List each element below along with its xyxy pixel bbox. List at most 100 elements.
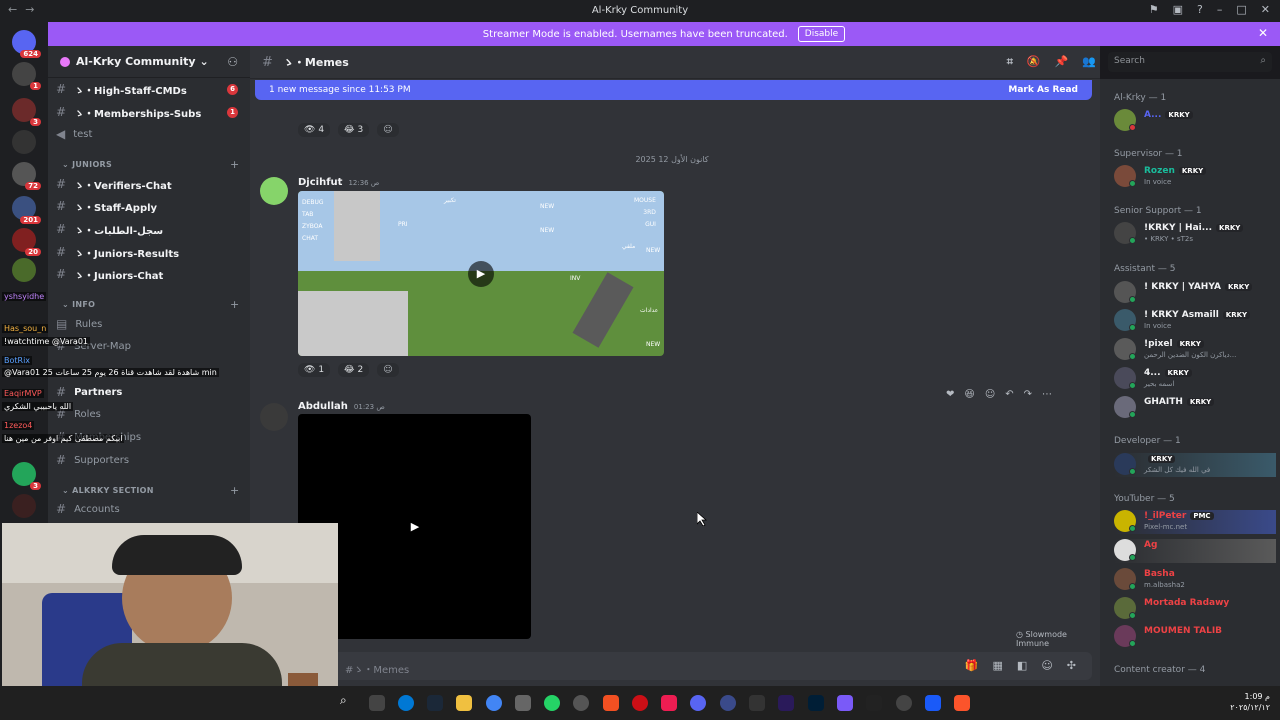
disable-button[interactable]: Disable xyxy=(797,26,846,42)
home-icon[interactable]: 624 xyxy=(12,30,41,58)
close-window-icon[interactable]: ✕ xyxy=(1261,3,1270,16)
minimize-icon[interactable]: – xyxy=(1217,3,1223,16)
app-icon[interactable] xyxy=(866,695,882,711)
channel-item[interactable]: # ゝ・Juniors-Results xyxy=(56,242,246,262)
member-item[interactable]: Basha m.albasha2 xyxy=(1114,568,1276,592)
member-item[interactable]: !_ilPeter PMC Pixel-mc.net xyxy=(1114,510,1276,534)
server-header[interactable]: Al-Krky Community ⌄ ⚇ xyxy=(48,46,250,78)
whatsapp-icon[interactable] xyxy=(544,695,560,711)
server-icon[interactable] xyxy=(12,130,36,154)
settings-icon[interactable] xyxy=(896,695,912,711)
reaction-heart-icon[interactable]: ❤ xyxy=(946,389,954,400)
video-attachment[interactable]: DEBUG TAB ZYBOA CHAT PRI NEW NEW INV MOUSE 3… xyxy=(298,191,664,356)
member-item[interactable]: Mortada Radawy xyxy=(1114,597,1276,621)
member-item[interactable]: A... KRKY xyxy=(1114,109,1276,133)
app-icon[interactable] xyxy=(720,695,736,711)
system-tray[interactable]: 1:09 م ٢٠٢٥/١٢/١٢ xyxy=(1230,691,1270,713)
add-reaction-icon[interactable]: ☺ xyxy=(377,123,399,137)
mute-icon[interactable]: 🔕 xyxy=(1027,55,1041,69)
task-view-icon[interactable] xyxy=(369,695,385,711)
more-icon[interactable]: ⋯ xyxy=(1042,389,1052,400)
reaction[interactable]: 👁 1 xyxy=(298,363,331,377)
brave-icon[interactable] xyxy=(954,695,970,711)
search-input[interactable]: Search ⌕ xyxy=(1108,52,1272,72)
server-icon[interactable]: 201 xyxy=(12,196,41,224)
inbox-icon[interactable]: ⚑ xyxy=(1149,3,1159,16)
server-icon[interactable] xyxy=(12,494,36,518)
add-channel-icon[interactable]: + xyxy=(230,158,240,171)
app-icon[interactable] xyxy=(515,695,531,711)
reply-icon[interactable]: ↶ xyxy=(1005,389,1013,400)
member-item[interactable]: MOUMEN TALIB xyxy=(1114,625,1276,649)
channel-item[interactable]: # ゝ・Verifiers-Chat xyxy=(56,174,246,194)
channel-item[interactable]: # ゝ・Juniors-Chat xyxy=(56,264,246,284)
threads-icon[interactable]: ⌗ xyxy=(1007,55,1013,69)
edge-icon[interactable] xyxy=(398,695,414,711)
member-item[interactable]: 4... KRKY اسمه بحير xyxy=(1114,367,1276,391)
opera-icon[interactable] xyxy=(632,695,648,711)
maximize-icon[interactable]: □ xyxy=(1236,3,1246,16)
member-item[interactable]: !KRKY | Hai... KRKY • KRKY • sT2s xyxy=(1114,222,1276,246)
member-item[interactable]: Ag xyxy=(1114,539,1276,563)
member-item[interactable]: GHAITH KRKY xyxy=(1114,396,1276,420)
forward-icon[interactable]: ↷ xyxy=(1024,389,1032,400)
discord-icon[interactable] xyxy=(690,695,706,711)
invite-icon[interactable]: ⚇ xyxy=(227,55,238,69)
help-icon[interactable]: ? xyxy=(1197,3,1203,16)
emoji-icon[interactable]: ☺ xyxy=(1041,659,1052,672)
steam-icon[interactable] xyxy=(427,695,443,711)
channel-item[interactable]: # ゝ・سجل-الطلبات xyxy=(56,219,246,239)
close-icon[interactable]: ✕ xyxy=(1258,26,1268,40)
member-item[interactable]: KRKY في الله فيك كل الشكر xyxy=(1114,453,1276,477)
app-icon[interactable] xyxy=(749,695,765,711)
message-author[interactable]: Djcihfut 12:36 ص xyxy=(298,177,379,188)
add-reaction-icon[interactable]: ☺ xyxy=(985,389,995,400)
add-server-icon[interactable]: 3 xyxy=(12,462,41,490)
message-author[interactable]: Abdullah 01:23 ص xyxy=(298,401,385,412)
premiere-icon[interactable] xyxy=(778,695,794,711)
screen-icon[interactable]: ▣ xyxy=(1173,3,1183,16)
server-icon[interactable]: 3 xyxy=(12,98,41,126)
category-juniors[interactable]: ⌄ JUNIORS + xyxy=(62,158,239,171)
obs-icon[interactable] xyxy=(573,695,589,711)
add-channel-icon[interactable]: + xyxy=(230,484,240,497)
member-item[interactable]: ! KRKY | YAHYA KRKY xyxy=(1114,281,1276,305)
avatar[interactable] xyxy=(260,403,288,431)
avatar[interactable] xyxy=(260,177,288,205)
add-reaction-icon[interactable]: ☺ xyxy=(377,363,399,377)
member-list-icon[interactable]: 👥 xyxy=(1082,55,1096,69)
channel-item[interactable]: # ゝ・Memberships-Subs 1 xyxy=(56,102,246,122)
gift-icon[interactable]: 🎁 xyxy=(965,659,979,672)
chrome-icon[interactable] xyxy=(486,695,502,711)
channel-item[interactable]: # ゝ・Staff-Apply xyxy=(56,196,246,216)
member-item[interactable]: ! KRKY Asmaill KRKY In voice xyxy=(1114,309,1276,333)
member-item[interactable]: !pixel KRKY دياكرن الكون الضدين الرحمن... xyxy=(1114,338,1276,362)
play-icon[interactable]: ▶ xyxy=(402,514,428,540)
reaction[interactable]: 👁 4 xyxy=(298,123,331,137)
pin-icon[interactable]: 📌 xyxy=(1055,55,1069,69)
reaction-laugh-icon[interactable]: 😆 xyxy=(964,389,974,400)
photoshop-icon[interactable] xyxy=(808,695,824,711)
channel-item[interactable]: ◀ test xyxy=(56,124,246,144)
server-icon[interactable] xyxy=(12,258,36,282)
play-icon[interactable]: ▶ xyxy=(468,261,494,287)
sticker-icon[interactable]: ◧ xyxy=(1017,659,1027,672)
server-icon[interactable]: 20 xyxy=(12,228,41,256)
mark-as-read-button[interactable]: Mark As Read xyxy=(1008,85,1078,95)
gif-icon[interactable]: ▦ xyxy=(993,659,1003,672)
reaction[interactable]: 😂 2 xyxy=(338,363,370,377)
search-icon[interactable]: ⌕ xyxy=(340,693,356,709)
channel-item[interactable]: # Accounts xyxy=(56,499,246,519)
new-messages-bar[interactable]: 1 new message since 11:53 PM Mark As Rea… xyxy=(255,80,1092,100)
app-icon[interactable] xyxy=(837,695,853,711)
message-input[interactable]: #ゝ・Memes 🎁 ▦ ◧ ☺ ✣ xyxy=(255,652,1092,680)
category-alkrky[interactable]: ⌄ ALKRKY SECTION + xyxy=(62,484,239,497)
app-icon[interactable] xyxy=(925,695,941,711)
apps-icon[interactable]: ✣ xyxy=(1067,659,1076,672)
file-explorer-icon[interactable] xyxy=(456,695,472,711)
channel-item[interactable]: # ゝ・High-Staff-CMDs 6 xyxy=(56,79,246,99)
member-item[interactable]: Rozen KRKY In voice xyxy=(1114,165,1276,189)
tiktok-icon[interactable] xyxy=(661,695,677,711)
server-icon[interactable]: 72 xyxy=(12,162,41,190)
reaction[interactable]: 😂 3 xyxy=(338,123,370,137)
